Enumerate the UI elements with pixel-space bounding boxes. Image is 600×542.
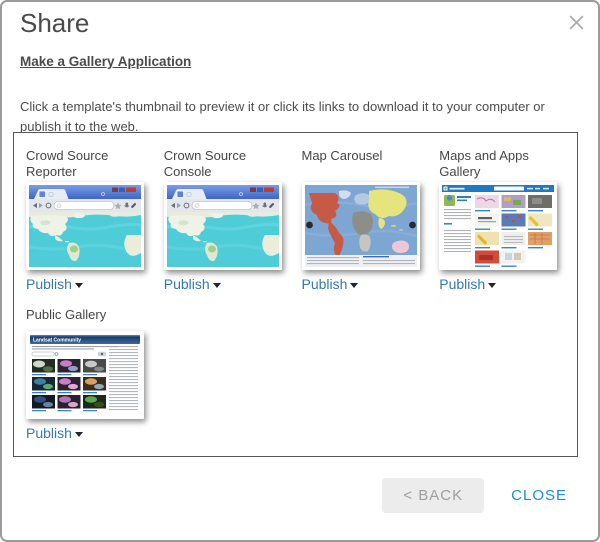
template-card-map-carousel: Map Carousel	[302, 148, 440, 292]
template-card-maps-and-apps-gallery: Maps and Apps Gallery	[439, 148, 577, 292]
publish-dropdown-icon	[213, 283, 221, 288]
browser-map-preview-image	[29, 185, 141, 267]
close-icon[interactable]	[568, 14, 585, 31]
gallery-page-preview-image	[442, 185, 554, 267]
publish-link[interactable]: Publish	[164, 276, 221, 292]
publish-label: Publish	[439, 276, 485, 292]
template-thumbnail[interactable]	[164, 182, 282, 270]
publish-label: Publish	[26, 425, 72, 441]
publish-dropdown-icon	[75, 283, 83, 288]
template-row-1: Crowd Source Reporter Publish Crown Sour…	[26, 148, 577, 292]
template-thumbnail[interactable]	[26, 182, 144, 270]
close-button[interactable]: CLOSE	[511, 487, 567, 504]
template-name: Map Carousel	[302, 148, 420, 182]
template-card-public-gallery: Public Gallery Landsat Community	[26, 307, 165, 441]
template-card-crowd-source-reporter: Crowd Source Reporter Publish	[26, 148, 164, 292]
publish-label: Publish	[302, 276, 348, 292]
dialog-footer: < BACK CLOSE	[382, 478, 567, 513]
publish-link[interactable]: Publish	[26, 425, 83, 441]
template-name: Crown Source Console	[164, 148, 282, 182]
template-thumbnail[interactable]	[439, 182, 557, 270]
landsat-gallery-preview-image: Landsat Community	[29, 334, 141, 416]
template-card-crown-source-console: Crown Source Console Publish	[164, 148, 302, 292]
publish-label: Publish	[26, 276, 72, 292]
template-name: Maps and Apps Gallery	[439, 148, 557, 182]
share-dialog: Share Make a Gallery Application Click a…	[0, 0, 600, 542]
template-name: Crowd Source Reporter	[26, 148, 144, 182]
template-row-2: Public Gallery Landsat Community	[26, 307, 577, 441]
gallery-description: Click a template's thumbnail to preview …	[20, 97, 586, 137]
template-grid: Crowd Source Reporter Publish Crown Sour…	[13, 132, 578, 457]
dialog-title: Share	[20, 8, 89, 39]
template-thumbnail[interactable]	[302, 182, 420, 270]
back-button[interactable]: < BACK	[382, 478, 484, 513]
publish-label: Publish	[164, 276, 210, 292]
landsat-header-title: Landsat Community	[33, 338, 81, 344]
publish-link[interactable]: Publish	[302, 276, 359, 292]
publish-dropdown-icon	[350, 283, 358, 288]
publish-dropdown-icon	[75, 432, 83, 437]
publish-link[interactable]: Publish	[439, 276, 496, 292]
template-thumbnail[interactable]: Landsat Community	[26, 331, 144, 419]
world-map-preview-image	[305, 185, 417, 267]
publish-link[interactable]: Publish	[26, 276, 83, 292]
browser-map-preview-image	[167, 185, 279, 267]
make-gallery-application-link[interactable]: Make a Gallery Application	[20, 54, 191, 69]
publish-dropdown-icon	[488, 283, 496, 288]
template-name: Public Gallery	[26, 307, 144, 323]
